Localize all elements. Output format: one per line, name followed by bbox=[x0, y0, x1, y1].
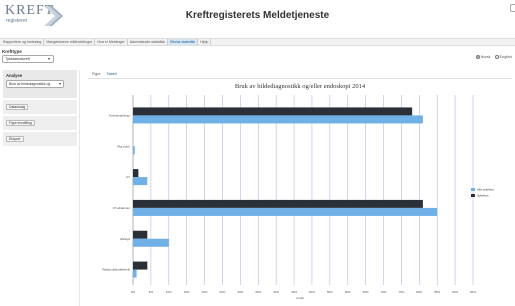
nav-tab-2[interactable]: Hva er Meldinger bbox=[95, 39, 128, 45]
y-tick-label: Ultralyd bbox=[120, 237, 131, 241]
chart-title: Bruk av bildediagnostikk og/eller endosk… bbox=[235, 83, 366, 90]
corner-button[interactable] bbox=[510, 4, 515, 12]
x-tick-label: 20% bbox=[202, 290, 208, 294]
view-tabs: Figur Tabell bbox=[92, 72, 117, 76]
legend-swatch-sykehus bbox=[471, 194, 475, 197]
x-tick-label: 75% bbox=[398, 290, 404, 294]
bar-alle-sykehus bbox=[133, 269, 137, 278]
y-tick-label: Koloskopi/skopi bbox=[109, 113, 130, 117]
legend-label-alle-sykehus: Alle sykehus bbox=[477, 188, 494, 192]
bar-sykehus bbox=[133, 199, 423, 208]
chevron-down-icon: ▾ bbox=[47, 56, 50, 61]
x-tick-label: 50% bbox=[309, 290, 315, 294]
krefttype-select[interactable]: Tykktarmskreft ▾ bbox=[2, 55, 54, 63]
language-english-label: English bbox=[499, 55, 512, 59]
x-tick-label: 30% bbox=[237, 290, 243, 294]
tab-divider bbox=[88, 78, 512, 79]
figur-innstilling-panel: Figur innstilling bbox=[3, 116, 77, 130]
bar-alle-sykehus bbox=[133, 238, 169, 247]
language-option-norsk[interactable]: Norsk bbox=[475, 55, 491, 59]
nav-tab-1[interactable]: Mangelskreve mål/meldinger bbox=[44, 39, 96, 45]
x-tick-label: 70% bbox=[381, 290, 387, 294]
figur-innstilling-button[interactable]: Figur innstilling bbox=[6, 120, 35, 126]
datautvalg-panel: Datautvalg bbox=[3, 100, 77, 114]
bar-alle-sykehus bbox=[133, 115, 423, 124]
x-tick-label: 95% bbox=[470, 290, 476, 294]
krefttype-selected-value: Tykktarmskreft bbox=[5, 57, 30, 61]
chevron-down-icon: ▾ bbox=[58, 81, 61, 86]
language-option-english[interactable]: English bbox=[494, 55, 512, 59]
x-tick-label: 25% bbox=[219, 290, 225, 294]
x-tick-label: 10% bbox=[166, 290, 172, 294]
bar-alle-sykehus bbox=[133, 177, 148, 186]
y-tick-label: Radionukleotidteknik bbox=[102, 268, 130, 272]
nav-tab-4[interactable]: Klinisk statistikk bbox=[168, 39, 199, 45]
x-axis-label: Andel bbox=[296, 296, 304, 300]
y-tick-label: Rtg.colon bbox=[117, 144, 130, 148]
y-tick-label: CT bbox=[126, 175, 130, 179]
radio-english[interactable] bbox=[494, 55, 499, 59]
x-tick-label: 0% bbox=[131, 290, 136, 294]
x-tick-label: 55% bbox=[327, 290, 333, 294]
bar-chart: Bruk av bildediagnostikk og/eller endosk… bbox=[102, 83, 494, 300]
analyse-selected-value: Bruk av bildediagnostikk og bbox=[9, 82, 51, 86]
x-tick-label: 45% bbox=[291, 290, 297, 294]
x-tick-label: 5% bbox=[149, 290, 154, 294]
app-title: Kreftregisterets Meldetjeneste bbox=[185, 10, 330, 21]
x-tick-label: 40% bbox=[273, 290, 279, 294]
radio-norsk[interactable] bbox=[475, 55, 480, 59]
main-navigation: Rapportere og Innlesing Mangelskreve mål/… bbox=[0, 38, 515, 46]
x-tick-label: 85% bbox=[434, 290, 440, 294]
x-tick-label: 80% bbox=[416, 290, 422, 294]
bar-alle-sykehus bbox=[133, 146, 135, 155]
bar-alle-sykehus bbox=[133, 207, 438, 216]
header: KREFT registeret Kreftregisterets Meldet… bbox=[0, 0, 515, 38]
analyse-select[interactable]: Bruk av bildediagnostikk og ▾ bbox=[6, 80, 64, 88]
bar-sykehus bbox=[133, 261, 148, 270]
bar-sykehus bbox=[133, 230, 148, 239]
legend-label-sykehus: Sykehus bbox=[477, 194, 489, 198]
datautvalg-button[interactable]: Datautvalg bbox=[6, 104, 29, 110]
nav-tab-3[interactable]: Administrativ statistikk bbox=[128, 39, 169, 45]
bar-sykehus bbox=[133, 107, 413, 116]
language-selector: Norsk English bbox=[475, 55, 512, 59]
tab-tabell[interactable]: Tabell bbox=[107, 72, 117, 76]
nav-tab-5[interactable]: Hjelp bbox=[198, 39, 212, 45]
analyse-panel: Analyse Bruk av bildediagnostikk og ▾ bbox=[3, 70, 77, 98]
eksport-button[interactable]: Eksport bbox=[6, 136, 24, 142]
eksport-panel: Eksport bbox=[3, 132, 77, 146]
x-tick-label: 90% bbox=[452, 290, 458, 294]
sidebar: Analyse Bruk av bildediagnostikk og ▾ Da… bbox=[0, 70, 80, 306]
x-tick-label: 60% bbox=[345, 290, 351, 294]
x-tick-label: 65% bbox=[363, 290, 369, 294]
language-norsk-label: Norsk bbox=[480, 55, 491, 59]
legend-swatch-alle-sykehus bbox=[471, 188, 475, 191]
analyse-label: Analyse bbox=[6, 73, 23, 78]
x-tick-label: 35% bbox=[255, 290, 261, 294]
tab-figur[interactable]: Figur bbox=[92, 72, 101, 76]
x-tick-label: 15% bbox=[184, 290, 190, 294]
y-tick-label: CT-abdomen bbox=[113, 206, 131, 210]
nav-tab-0[interactable]: Rapportere og Innlesing bbox=[1, 39, 45, 45]
bar-sykehus bbox=[133, 169, 139, 178]
krefttype-label: Krefttype bbox=[2, 49, 22, 54]
